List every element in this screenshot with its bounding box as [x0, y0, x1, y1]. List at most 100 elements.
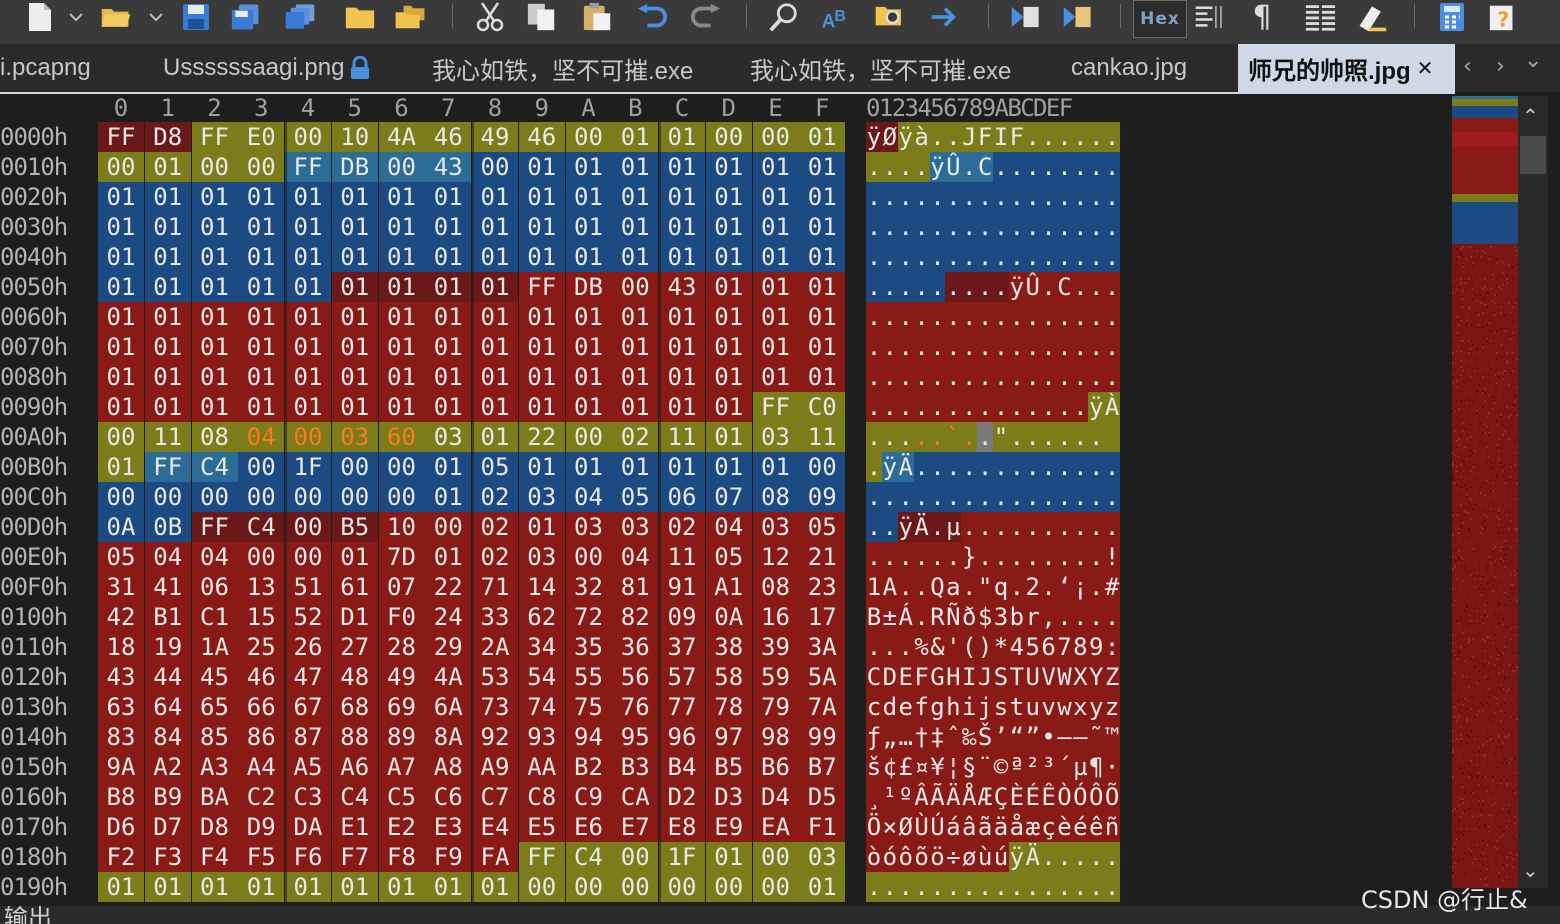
text-char[interactable]: .	[1088, 152, 1105, 182]
text-char[interactable]: .	[913, 482, 930, 512]
text-char[interactable]: Ú	[929, 812, 946, 842]
text-char[interactable]: S	[993, 662, 1009, 692]
text-char[interactable]: .	[929, 422, 946, 452]
hex-byte[interactable]: 13	[238, 572, 285, 602]
hex-byte[interactable]: 01	[472, 272, 518, 302]
text-char[interactable]: .	[1088, 122, 1105, 152]
hex-byte[interactable]: 01	[565, 212, 612, 242]
text-char[interactable]: .	[945, 212, 962, 242]
hex-byte[interactable]: 7A	[799, 692, 846, 722]
text-char[interactable]: .	[1104, 332, 1120, 362]
hex-byte[interactable]: 73	[472, 692, 518, 722]
text-char[interactable]: .	[993, 452, 1009, 482]
hex-byte[interactable]: 03	[518, 542, 565, 572]
text-char[interactable]: .	[977, 512, 993, 542]
hex-byte[interactable]: 59	[752, 662, 799, 692]
text-char[interactable]: .	[1104, 842, 1120, 872]
text-char[interactable]: •	[1040, 722, 1057, 752]
text-char[interactable]: .	[897, 632, 914, 662]
hex-byte[interactable]: 01	[285, 872, 331, 902]
hex-byte[interactable]: 0B	[144, 512, 191, 542]
text-char[interactable]: ð	[961, 602, 978, 632]
hex-byte[interactable]: 43	[98, 662, 144, 692]
text-char[interactable]: !	[1104, 542, 1120, 572]
text-char[interactable]: r	[1024, 602, 1041, 632]
hex-byte[interactable]: B5	[705, 752, 752, 782]
text-char[interactable]: ³	[1040, 752, 1057, 782]
hex-byte[interactable]: E1	[331, 812, 378, 842]
text-char[interactable]: .	[929, 542, 946, 572]
text-char[interactable]: .	[1024, 212, 1041, 242]
hex-byte[interactable]: 01	[285, 392, 331, 422]
hex-byte[interactable]: 03	[425, 422, 472, 452]
text-char[interactable]: Ù	[913, 812, 930, 842]
text-char[interactable]: .	[1088, 272, 1105, 302]
hex-byte[interactable]: 01	[659, 362, 705, 392]
hex-byte[interactable]: 69	[378, 692, 425, 722]
text-char[interactable]: .	[881, 212, 898, 242]
text-char[interactable]: .	[961, 332, 978, 362]
text-char[interactable]: .	[1040, 542, 1057, 572]
text-char[interactable]: .	[866, 632, 882, 662]
hex-byte[interactable]: AA	[518, 752, 565, 782]
text-char[interactable]: .	[913, 422, 930, 452]
text-char[interactable]: ¦	[945, 752, 962, 782]
text-char[interactable]: .	[866, 452, 882, 482]
text-char[interactable]: .	[866, 242, 882, 272]
hex-byte[interactable]: 61	[331, 572, 378, 602]
text-char[interactable]: .	[945, 272, 962, 302]
text-char[interactable]: .	[961, 572, 978, 602]
text-char[interactable]: ó	[881, 842, 898, 872]
text-char[interactable]: µ	[1072, 752, 1089, 782]
hex-byte[interactable]: 06	[191, 572, 238, 602]
hex-byte[interactable]: 00	[285, 122, 331, 152]
text-char[interactable]: .	[977, 542, 993, 572]
hex-byte[interactable]: 00	[98, 152, 144, 182]
text-char[interactable]: .	[1088, 872, 1105, 902]
hex-byte[interactable]: 94	[565, 722, 612, 752]
text-char[interactable]: —	[1072, 722, 1089, 752]
text-char[interactable]: .	[1072, 272, 1089, 302]
hex-byte[interactable]: F9	[425, 842, 472, 872]
hex-byte[interactable]: 00	[752, 842, 799, 872]
hex-byte[interactable]: 77	[659, 692, 705, 722]
hex-byte[interactable]: 44	[144, 662, 191, 692]
scroll-up-icon[interactable]: ⌃	[1522, 104, 1539, 128]
hex-byte[interactable]: B9	[144, 782, 191, 812]
hex-byte[interactable]: 01	[799, 362, 846, 392]
text-char[interactable]: C	[977, 152, 993, 182]
hex-byte[interactable]: 01	[612, 122, 659, 152]
hex-byte[interactable]: 01	[425, 212, 472, 242]
hex-byte[interactable]: 00	[378, 482, 425, 512]
hex-byte[interactable]: 0A	[98, 512, 144, 542]
hex-byte[interactable]: 24	[425, 602, 472, 632]
text-char[interactable]: i	[961, 692, 978, 722]
hex-byte[interactable]: 00	[472, 152, 518, 182]
text-char[interactable]: Ô	[1088, 782, 1105, 812]
text-char[interactable]: .	[1024, 392, 1041, 422]
hex-byte[interactable]: 01	[378, 872, 425, 902]
hex-byte[interactable]: 86	[238, 722, 285, 752]
hex-byte[interactable]: 01	[285, 242, 331, 272]
tab-exe-1[interactable]: 我心如铁，坚不可摧.exe	[432, 44, 693, 92]
hex-byte[interactable]: 01	[612, 452, 659, 482]
text-char[interactable]: u	[1024, 692, 1041, 722]
text-char[interactable]: .	[866, 482, 882, 512]
hex-byte[interactable]: D5	[799, 782, 846, 812]
hex-byte[interactable]: D4	[752, 782, 799, 812]
hex-byte[interactable]: 01	[518, 242, 565, 272]
text-char[interactable]: .	[1104, 872, 1120, 902]
hex-byte[interactable]: 02	[472, 512, 518, 542]
text-char[interactable]: è	[1056, 812, 1073, 842]
hex-byte[interactable]: 01	[472, 332, 518, 362]
text-char[interactable]: ¥	[929, 752, 946, 782]
hex-byte[interactable]: 01	[752, 182, 799, 212]
hex-byte[interactable]: 01	[331, 272, 378, 302]
text-char[interactable]: .	[1024, 542, 1041, 572]
hex-byte[interactable]: 01	[659, 152, 705, 182]
text-char[interactable]: ÿ	[1008, 272, 1025, 302]
hex-byte[interactable]: 01	[191, 362, 238, 392]
text-char[interactable]: Õ	[1104, 782, 1120, 812]
hex-byte[interactable]: 00	[705, 872, 752, 902]
text-char[interactable]: .	[881, 152, 898, 182]
